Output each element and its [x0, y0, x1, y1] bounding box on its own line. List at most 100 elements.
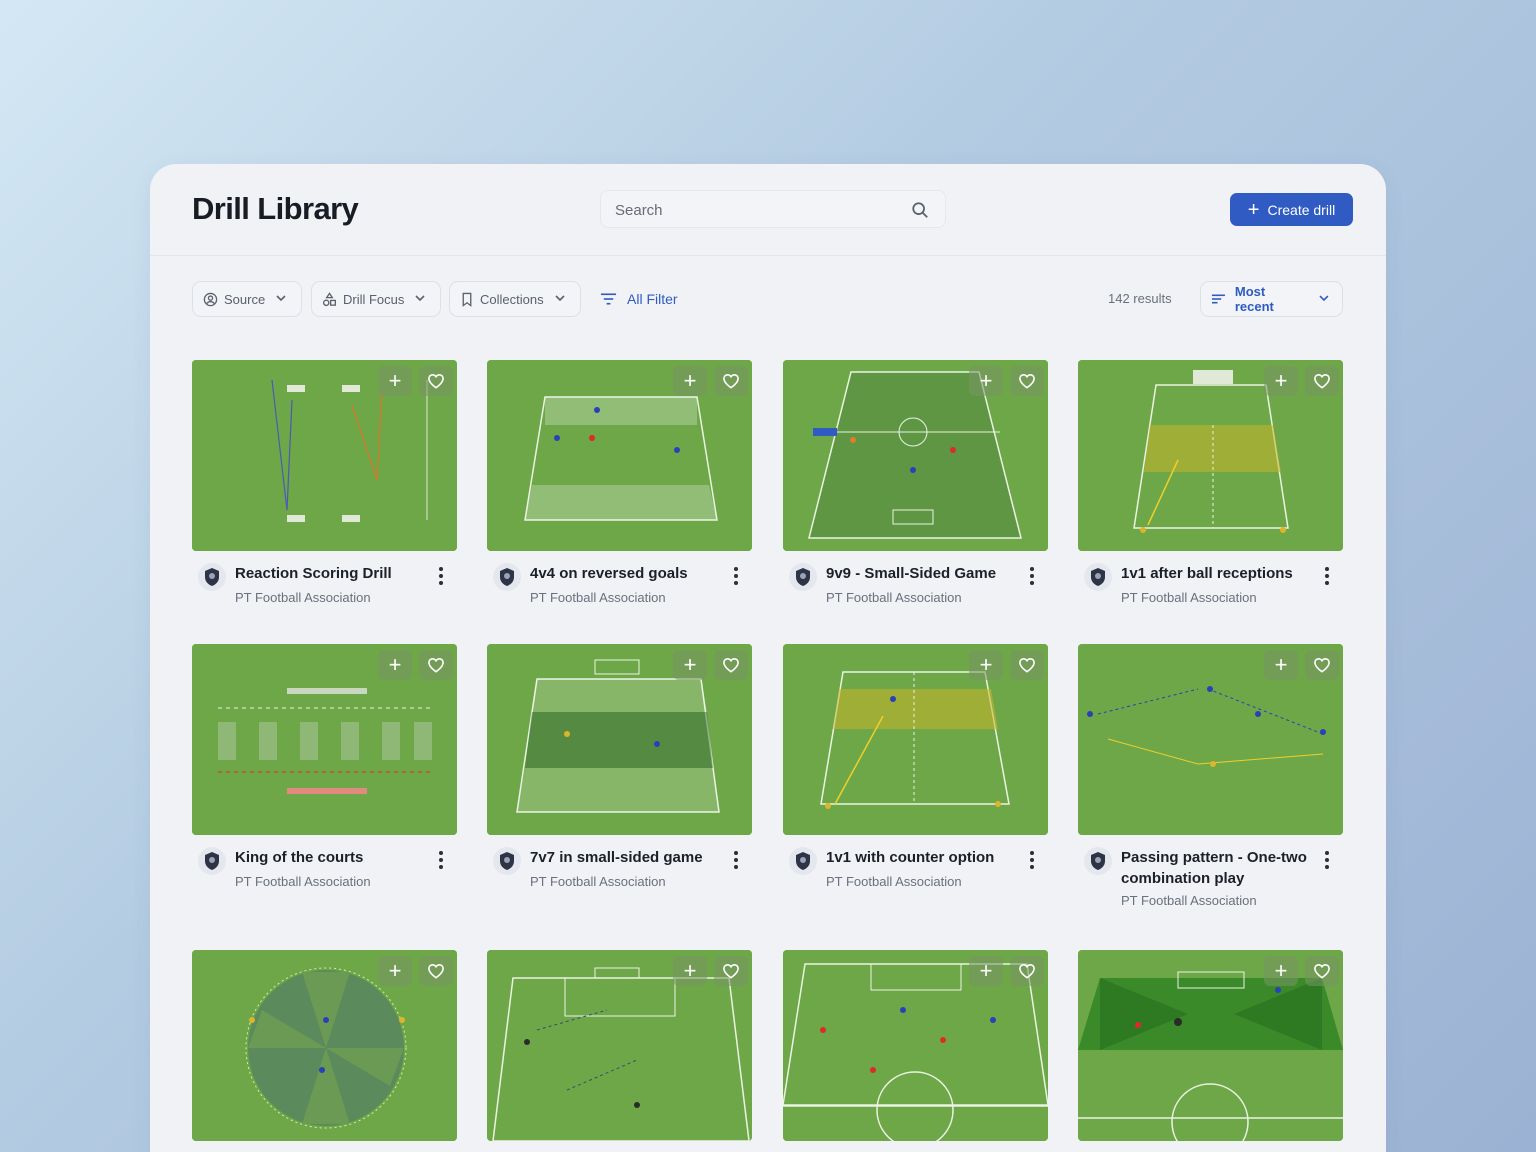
drill-title[interactable]: King of the courts [235, 847, 423, 868]
club-badge [198, 563, 226, 591]
drill-title[interactable]: 1v1 with counter option [826, 847, 1014, 868]
drill-diagram [783, 644, 1048, 835]
more-options-icon[interactable] [1023, 849, 1041, 871]
favorite-button[interactable] [714, 956, 748, 986]
favorite-button[interactable] [419, 650, 453, 680]
drill-source: PT Football Association [1121, 590, 1257, 605]
drill-card[interactable]: + [192, 950, 457, 1141]
drill-meta: Passing pattern - One-two combination pl… [1078, 835, 1343, 915]
drill-card[interactable]: +1v1 with counter option PT Football Asso… [783, 644, 1048, 915]
drill-thumbnail[interactable]: + [783, 644, 1048, 835]
drill-card[interactable]: +1v1 after ball receptions PT Football As… [1078, 360, 1343, 631]
more-options-icon[interactable] [1023, 565, 1041, 587]
drill-diagram [1078, 644, 1343, 835]
page-title: Drill Library [192, 191, 359, 226]
drill-card[interactable]: + [487, 950, 752, 1141]
club-badge [493, 847, 521, 875]
favorite-button[interactable] [419, 366, 453, 396]
drill-thumbnail[interactable]: + [192, 644, 457, 835]
favorite-button[interactable] [1305, 650, 1339, 680]
club-badge [493, 563, 521, 591]
favorite-button[interactable] [1010, 956, 1044, 986]
favorite-button[interactable] [419, 956, 453, 986]
add-to-collection-button[interactable]: + [1264, 956, 1298, 986]
drill-card[interactable]: +9v9 - Small-Sided Game PT Football Assoc… [783, 360, 1048, 631]
add-to-collection-button[interactable]: + [1264, 366, 1298, 396]
drill-title[interactable]: 9v9 - Small-Sided Game [826, 563, 1014, 584]
sort-dropdown[interactable]: Most recent [1200, 281, 1343, 317]
drill-thumbnail[interactable]: + [487, 360, 752, 551]
drill-thumbnail[interactable]: + [487, 644, 752, 835]
add-to-collection-button[interactable]: + [378, 366, 412, 396]
drill-diagram [783, 360, 1048, 551]
more-options-icon[interactable] [727, 849, 745, 871]
heart-icon [428, 373, 444, 389]
favorite-button[interactable] [714, 366, 748, 396]
drill-thumbnail[interactable]: + [192, 360, 457, 551]
favorite-button[interactable] [1305, 956, 1339, 986]
drill-focus-filter[interactable]: Drill Focus [311, 281, 442, 317]
drill-thumbnail[interactable]: + [783, 360, 1048, 551]
drill-thumbnail[interactable]: + [487, 950, 752, 1141]
add-to-collection-button[interactable]: + [673, 366, 707, 396]
drill-thumbnail[interactable]: + [1078, 644, 1343, 835]
drill-title[interactable]: Reaction Scoring Drill [235, 563, 423, 584]
favorite-button[interactable] [714, 650, 748, 680]
user-circle-icon [203, 292, 218, 306]
drill-card[interactable]: + [1078, 950, 1343, 1141]
source-filter[interactable]: Source [192, 281, 303, 317]
drill-title[interactable]: 4v4 on reversed goals [530, 563, 718, 584]
add-to-collection-button[interactable]: + [1264, 650, 1298, 680]
more-options-icon[interactable] [432, 565, 450, 587]
drill-card[interactable]: + [783, 950, 1048, 1141]
drill-title[interactable]: Passing pattern - One-two combination pl… [1121, 847, 1309, 889]
more-options-icon[interactable] [1318, 849, 1336, 871]
add-to-collection-button[interactable]: + [378, 650, 412, 680]
club-badge [789, 563, 817, 591]
all-filter-label: All Filter [627, 291, 678, 307]
favorite-button[interactable] [1010, 650, 1044, 680]
plus-icon: + [1274, 652, 1288, 677]
collections-filter[interactable]: Collections [449, 281, 581, 317]
sort-icon [1211, 294, 1225, 304]
shield-icon [1091, 852, 1105, 870]
drill-card[interactable]: + King of the courts PT Football Associati… [192, 644, 457, 915]
club-badge [198, 847, 226, 875]
search-box[interactable] [600, 190, 946, 228]
favorite-button[interactable] [1010, 366, 1044, 396]
drill-card[interactable]: +4v4 on reversed goals PT Football Associ… [487, 360, 752, 631]
plus-icon: + [388, 652, 402, 677]
drill-thumbnail[interactable]: + [192, 950, 457, 1141]
favorite-button[interactable] [1305, 366, 1339, 396]
chevron-down-icon [276, 295, 286, 302]
all-filter-button[interactable]: All Filter [600, 281, 678, 317]
drill-diagram [192, 360, 457, 551]
drill-card[interactable]: + Reaction Scoring Drill PT Football Assoc… [192, 360, 457, 631]
shield-icon [500, 852, 514, 870]
add-to-collection-button[interactable]: + [673, 650, 707, 680]
drill-source: PT Football Association [530, 874, 666, 889]
create-drill-button[interactable]: + Create drill [1230, 193, 1353, 226]
drill-title[interactable]: 1v1 after ball receptions [1121, 563, 1309, 584]
drill-thumbnail[interactable]: + [1078, 950, 1343, 1141]
search-input[interactable] [615, 199, 895, 221]
drill-card[interactable]: +7v7 in small-sided game PT Football Asso… [487, 644, 752, 915]
drill-thumbnail[interactable]: + [1078, 360, 1343, 551]
more-options-icon[interactable] [432, 849, 450, 871]
drill-diagram [1078, 360, 1343, 551]
add-to-collection-button[interactable]: + [378, 956, 412, 986]
more-options-icon[interactable] [1318, 565, 1336, 587]
drill-card[interactable]: + Passing pattern - One-two combination p… [1078, 644, 1343, 915]
drill-thumbnail[interactable]: + [783, 950, 1048, 1141]
drill-source: PT Football Association [235, 590, 371, 605]
add-to-collection-button[interactable]: + [673, 956, 707, 986]
add-to-collection-button[interactable]: + [969, 650, 1003, 680]
drill-title[interactable]: 7v7 in small-sided game [530, 847, 718, 868]
sort-label: Most recent [1234, 284, 1274, 314]
more-options-icon[interactable] [727, 565, 745, 587]
add-to-collection-button[interactable]: + [969, 956, 1003, 986]
search-icon[interactable] [911, 201, 929, 219]
plus-icon: + [979, 958, 993, 983]
shield-icon [796, 852, 810, 870]
add-to-collection-button[interactable]: + [969, 366, 1003, 396]
